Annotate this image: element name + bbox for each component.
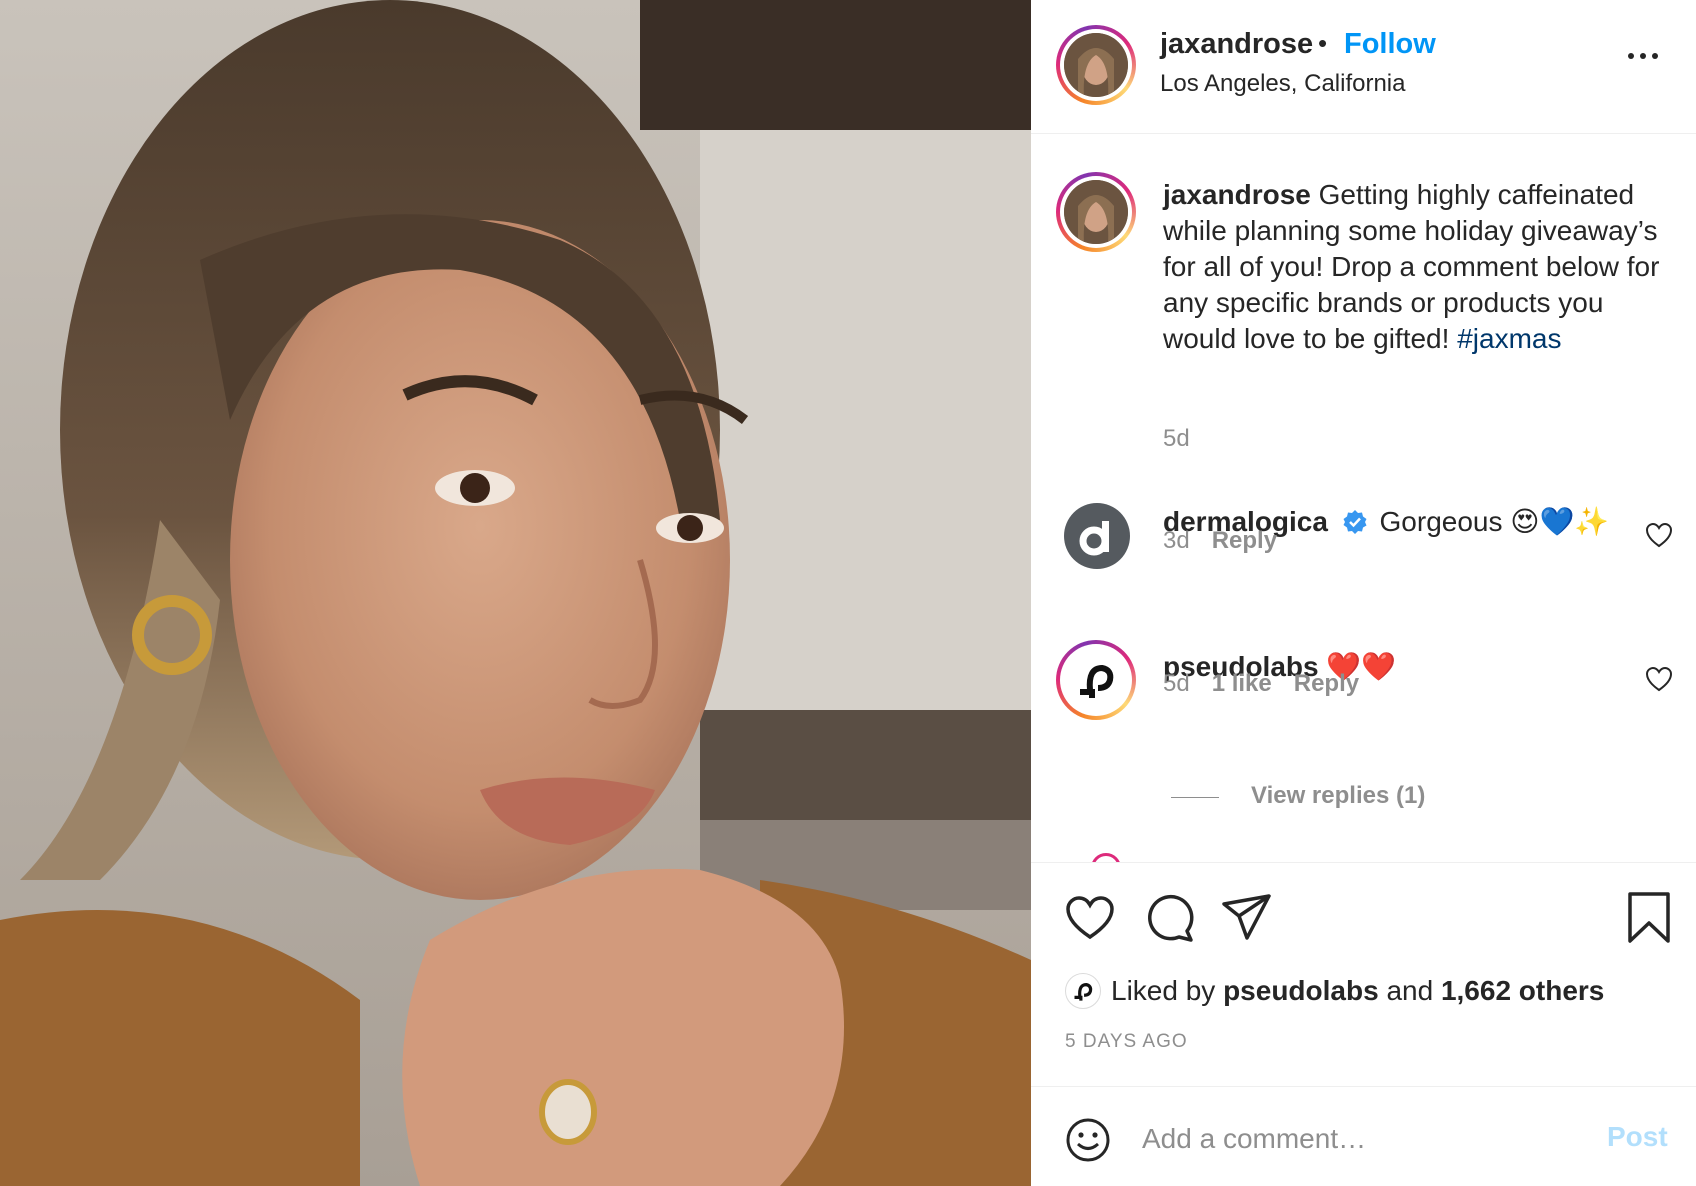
caption-hashtag[interactable]: #jaxmas xyxy=(1457,323,1561,354)
comment-1-time[interactable]: 3d xyxy=(1163,527,1190,554)
comment-2-time[interactable]: 5d xyxy=(1163,670,1190,697)
liked-by-others[interactable]: 1,662 others xyxy=(1441,975,1604,1006)
author-avatar-image xyxy=(1064,33,1128,97)
pseudolabs-small-logo-icon xyxy=(1074,983,1093,1001)
liked-by-prefix: Liked by xyxy=(1111,975,1216,1006)
comment-1-meta: 3d Reply xyxy=(1163,527,1277,555)
bookmark-icon[interactable] xyxy=(1626,891,1672,945)
pseudolabs-logo-icon xyxy=(1080,664,1114,698)
post-comment-button[interactable]: Post xyxy=(1607,1121,1668,1153)
comment-1-text: Gorgeous 😍💙✨ xyxy=(1379,506,1610,537)
dermalogica-avatar[interactable] xyxy=(1064,503,1130,569)
follow-button[interactable]: Follow xyxy=(1344,28,1436,61)
liked-by-and: and xyxy=(1386,975,1434,1006)
add-comment-input[interactable] xyxy=(1142,1119,1542,1159)
caption-avatar[interactable] xyxy=(1056,172,1136,252)
view-replies-button[interactable]: View replies (1) xyxy=(1251,782,1425,810)
post-photo[interactable] xyxy=(0,0,1031,1186)
post-side-panel: jaxandrose • Follow Los Angeles, Califor… xyxy=(1031,0,1696,1186)
post-time-ago[interactable]: 5 DAYS AGO xyxy=(1065,1031,1188,1053)
add-comment-bar: Post xyxy=(1031,1086,1696,1186)
liked-by-avatar[interactable] xyxy=(1065,973,1101,1009)
view-replies-line xyxy=(1171,797,1219,798)
pseudolabs-avatar[interactable] xyxy=(1056,640,1136,720)
caption-text: jaxandrose Getting highly caffeinated wh… xyxy=(1163,177,1668,357)
separator-dot: • xyxy=(1318,28,1328,58)
verified-badge-icon xyxy=(1343,510,1367,534)
comment-2-meta: 5d 1 like Reply xyxy=(1163,670,1359,698)
caption-username[interactable]: jaxandrose xyxy=(1163,179,1311,210)
next-comment-avatar-peek xyxy=(1091,853,1121,862)
post-location[interactable]: Los Angeles, California xyxy=(1160,70,1405,98)
post-actions: Liked by pseudolabs and 1,662 others 5 D… xyxy=(1031,862,1696,1086)
comments-list[interactable]: jaxandrose Getting highly caffeinated wh… xyxy=(1031,135,1696,862)
dermalogica-logo-icon xyxy=(1079,521,1109,556)
more-horizontal-icon[interactable] xyxy=(1623,44,1663,68)
comment-2-reply-button[interactable]: Reply xyxy=(1294,670,1359,697)
post-photo-image xyxy=(0,0,1031,1186)
author-username[interactable]: jaxandrose xyxy=(1160,28,1313,61)
comment-1-like-heart-icon[interactable] xyxy=(1645,522,1673,548)
comment-2-likes[interactable]: 1 like xyxy=(1212,670,1272,697)
liked-by-user[interactable]: pseudolabs xyxy=(1223,975,1379,1006)
share-icon[interactable] xyxy=(1221,893,1273,941)
author-avatar[interactable] xyxy=(1056,25,1136,105)
caption-time[interactable]: 5d xyxy=(1163,425,1190,453)
caption-avatar-image xyxy=(1064,180,1128,244)
comment-1-reply-button[interactable]: Reply xyxy=(1212,527,1277,554)
post-header: jaxandrose • Follow Los Angeles, Califor… xyxy=(1031,0,1696,134)
liked-by-summary: Liked by pseudolabs and 1,662 others xyxy=(1111,975,1604,1007)
emoji-smile-icon[interactable] xyxy=(1065,1117,1111,1163)
comment-2-like-heart-icon[interactable] xyxy=(1645,666,1673,692)
heart-icon[interactable] xyxy=(1065,895,1115,941)
comment-icon[interactable] xyxy=(1143,893,1195,943)
